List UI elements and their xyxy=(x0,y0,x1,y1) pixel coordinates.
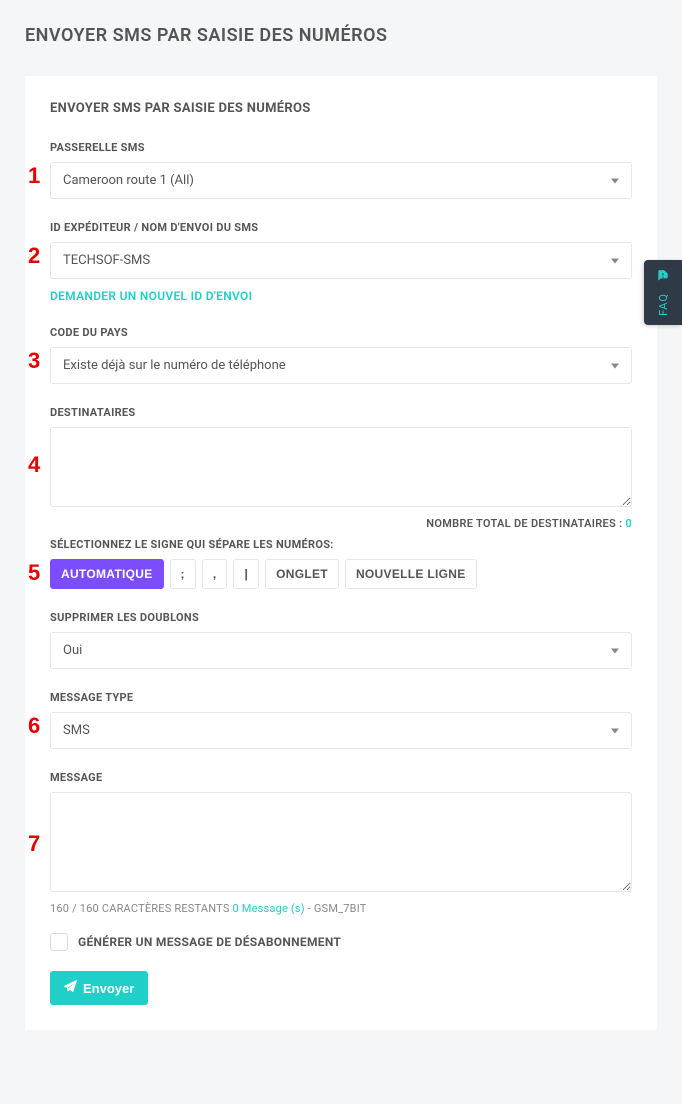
gateway-value: Cameroon route 1 (All) xyxy=(63,173,194,188)
dedup-group: SUPPRIMER LES DOUBLONS Oui xyxy=(50,611,632,669)
unsub-row: GÉNÉRER UN MESSAGE DE DÉSABONNEMENT xyxy=(50,933,632,951)
unsub-label: GÉNÉRER UN MESSAGE DE DÉSABONNEMENT xyxy=(78,935,341,949)
msgtype-label: MESSAGE TYPE xyxy=(50,691,632,704)
counter-max: 160 xyxy=(50,902,69,915)
page-title: ENVOYER SMS PAR SAISIE DES NUMÉROS xyxy=(25,25,657,46)
recipients-count: NOMBRE TOTAL DE DESTINATAIRES : 0 xyxy=(50,517,632,530)
step-1-marker: 1 xyxy=(28,163,40,189)
delimiter-comma-button[interactable]: , xyxy=(202,559,228,589)
step-7-marker: 7 xyxy=(28,831,40,857)
form-card: ENVOYER SMS PAR SAISIE DES NUMÉROS 1 PAS… xyxy=(25,76,657,1030)
chevron-down-icon xyxy=(611,728,619,733)
recipients-count-label: NOMBRE TOTAL DE DESTINATAIRES : xyxy=(426,517,625,530)
faq-label: FAQ xyxy=(657,293,670,316)
dedup-select[interactable]: Oui xyxy=(50,632,632,669)
sender-select[interactable]: TECHSOF-SMS xyxy=(50,242,632,279)
delimiter-auto-button[interactable]: AUTOMATIQUE xyxy=(50,559,164,589)
faq-tab[interactable]: FAQ xyxy=(644,260,682,325)
send-button-label: Envoyer xyxy=(83,981,134,996)
step-2-marker: 2 xyxy=(28,243,40,269)
recipients-group: 4 DESTINATAIRES NOMBRE TOTAL DE DESTINAT… xyxy=(50,406,632,530)
msgtype-select[interactable]: SMS xyxy=(50,712,632,749)
msgtype-group: 6 MESSAGE TYPE SMS xyxy=(50,691,632,749)
counter-messages: 0 Message (s) xyxy=(233,902,305,915)
message-counter: 160 / 160 CARACTÈRES RESTANTS 0 Message … xyxy=(50,902,632,915)
delimiter-label: SÉLECTIONNEZ LE SIGNE QUI SÉPARE LES NUM… xyxy=(50,538,632,551)
card-title: ENVOYER SMS PAR SAISIE DES NUMÉROS xyxy=(50,101,632,116)
sender-group: 2 ID EXPÉDITEUR / NOM D'ENVOI DU SMS TEC… xyxy=(50,221,632,304)
delimiter-pipe-button[interactable]: | xyxy=(233,559,259,589)
message-group: 7 MESSAGE 160 / 160 CARACTÈRES RESTANTS … xyxy=(50,771,632,915)
country-group: 3 CODE DU PAYS Existe déjà sur le numéro… xyxy=(50,326,632,384)
delimiter-semicolon-button[interactable]: ; xyxy=(170,559,196,589)
recipients-input[interactable] xyxy=(50,427,632,507)
recipients-count-value: 0 xyxy=(625,517,632,530)
step-3-marker: 3 xyxy=(28,348,40,374)
counter-encoding: GSM_7BIT xyxy=(314,902,367,915)
delimiter-tab-button[interactable]: ONGLET xyxy=(265,559,339,589)
counter-enc-sep: - xyxy=(305,902,314,915)
sender-label: ID EXPÉDITEUR / NOM D'ENVOI DU SMS xyxy=(50,221,632,234)
dedup-value: Oui xyxy=(63,643,82,658)
country-select[interactable]: Existe déjà sur le numéro de téléphone xyxy=(50,347,632,384)
chevron-down-icon xyxy=(611,363,619,368)
country-value: Existe déjà sur le numéro de téléphone xyxy=(63,358,286,373)
unsub-checkbox[interactable] xyxy=(50,933,68,951)
gateway-group: 1 PASSERELLE SMS Cameroon route 1 (All) xyxy=(50,141,632,199)
counter-sep: / xyxy=(69,902,80,915)
country-label: CODE DU PAYS xyxy=(50,326,632,339)
delimiter-newline-button[interactable]: NOUVELLE LIGNE xyxy=(345,559,477,589)
sender-value: TECHSOF-SMS xyxy=(63,253,150,268)
message-input[interactable] xyxy=(50,792,632,892)
send-button[interactable]: Envoyer xyxy=(50,971,148,1005)
step-4-marker: 4 xyxy=(28,452,40,478)
request-sender-link[interactable]: DEMANDER UN NOUVEL ID D'ENVOI xyxy=(50,289,252,303)
gateway-label: PASSERELLE SMS xyxy=(50,141,632,154)
step-6-marker: 6 xyxy=(28,713,40,739)
recipients-label: DESTINATAIRES xyxy=(50,406,632,419)
faq-icon xyxy=(656,269,670,287)
chevron-down-icon xyxy=(611,258,619,263)
msgtype-value: SMS xyxy=(63,723,90,738)
dedup-label: SUPPRIMER LES DOUBLONS xyxy=(50,611,632,624)
step-5-marker: 5 xyxy=(28,560,40,586)
delimiter-group: 5 SÉLECTIONNEZ LE SIGNE QUI SÉPARE LES N… xyxy=(50,538,632,589)
paper-plane-icon xyxy=(64,980,77,996)
chevron-down-icon xyxy=(611,178,619,183)
gateway-select[interactable]: Cameroon route 1 (All) xyxy=(50,162,632,199)
chevron-down-icon xyxy=(611,648,619,653)
message-label: MESSAGE xyxy=(50,771,632,784)
counter-remaining: 160 CARACTÈRES RESTANTS xyxy=(80,902,233,915)
